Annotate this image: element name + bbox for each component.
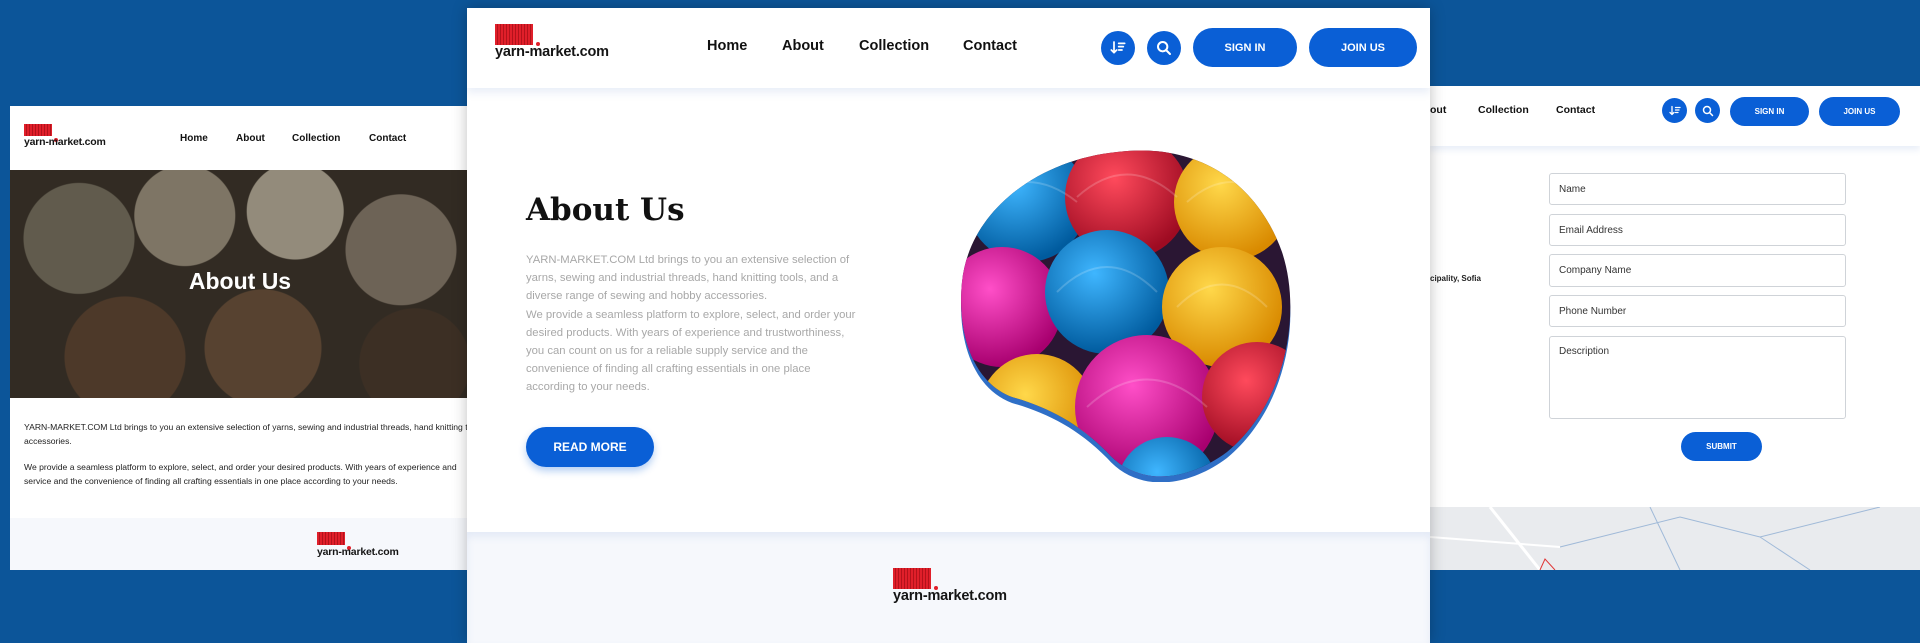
hero-title: About Us [188,268,292,294]
paragraph-line: yarns, sewing and industrial threads, ha… [526,272,839,285]
paragraph-line: desired products. With years of experien… [526,326,845,339]
logo-text: yarn-market.com [893,588,1007,604]
logo-text: yarn-market.com [495,44,609,60]
search-icon [1157,41,1171,55]
phone-input[interactable]: Phone Number [1549,295,1846,327]
about-us-page-screenshot: yarn-market.com Home About Collection Co… [467,8,1430,643]
address-text: cipality, Sofia [1430,274,1481,283]
paragraph-line: you can count on us for a reliable suppl… [526,345,808,358]
intro-paragraph-1-line-1: YARN-MARKET.COM Ltd brings to you an ext… [24,422,468,432]
logo-yarn-mark [24,124,52,136]
paragraph-line: diverse range of sewing and hobby access… [526,290,768,303]
logo-text: yarn-market.com [317,546,399,558]
sign-in-button[interactable]: SIGN IN [1193,28,1297,67]
logo-yarn-mark [893,568,931,589]
footer-logo[interactable]: yarn-market.com [317,532,405,558]
name-input[interactable]: Name [1549,173,1846,205]
about-paragraph: YARN-MARKET.COM Ltd brings to you an ext… [526,251,896,397]
logo-yarn-mark [317,532,345,545]
intro-paragraph-1-line-2: accessories. [24,436,72,446]
nav-collection[interactable]: Collection [859,38,929,54]
search-button[interactable] [1695,98,1720,123]
intro-paragraph-2-line-2: service and the convenience of finding a… [24,476,398,486]
email-input[interactable]: Email Address [1549,214,1846,246]
footer: yarn-market.com [467,532,1430,643]
nav-contact[interactable]: Contact [963,38,1017,54]
paragraph-line: YARN-MARKET.COM Ltd brings to you an ext… [526,254,850,266]
paragraph-line: according to your needs. [526,381,650,394]
paragraph-line: We provide a seamless platform to explor… [526,308,856,321]
sort-icon [1668,105,1681,115]
nav-home[interactable]: Home [180,133,208,144]
read-more-button[interactable]: READ MORE [526,427,654,467]
logo-text: yarn-market.com [24,136,106,148]
search-icon [1702,105,1713,116]
header: yarn-market.com Home About Collection Co… [467,8,1430,88]
footer: yarn-market.com [10,518,470,570]
search-button[interactable] [1147,31,1181,65]
sign-in-button[interactable]: SIGN IN [1730,97,1809,126]
nav-about[interactable]: About [236,133,265,144]
page-title: About Us [526,192,685,228]
logo[interactable]: yarn-market.com [495,24,620,60]
sort-button[interactable] [1101,31,1135,65]
logo[interactable]: yarn-market.com [24,124,112,148]
nav-contact[interactable]: Contact [369,133,406,144]
submit-button[interactable]: SUBMIT [1681,432,1762,461]
join-us-button[interactable]: JOIN US [1309,28,1417,67]
description-textarea[interactable]: Description [1549,336,1846,419]
logo-yarn-mark [495,24,533,45]
nav-collection[interactable]: Collection [1478,104,1529,116]
paragraph-line: convenience of finding all crafting esse… [526,363,811,376]
nav-home[interactable]: Home [707,38,747,54]
nav-collection[interactable]: Collection [292,133,340,144]
nav-about-partial[interactable]: out [1430,104,1446,116]
yarn-balls-image [961,150,1291,482]
contact-page-screenshot: out Collection Contact SIGN IN JOIN US c… [1430,86,1920,570]
map-roads [1430,507,1881,570]
company-input[interactable]: Company Name [1549,254,1846,287]
sort-button[interactable] [1662,98,1687,123]
nav-about[interactable]: About [782,38,824,54]
location-map[interactable] [1430,507,1920,570]
footer-logo[interactable]: yarn-market.com [893,568,1018,604]
intro-paragraph-2-line-1: We provide a seamless platform to explor… [24,462,457,472]
hero-yarn-image: About Us [10,170,470,398]
join-us-button[interactable]: JOIN US [1819,97,1900,126]
sort-icon [1110,41,1126,54]
nav-contact[interactable]: Contact [1556,104,1595,116]
header: out Collection Contact SIGN IN JOIN US [1430,86,1920,146]
about-page-hero-screenshot: yarn-market.com Home About Collection Co… [10,106,470,570]
